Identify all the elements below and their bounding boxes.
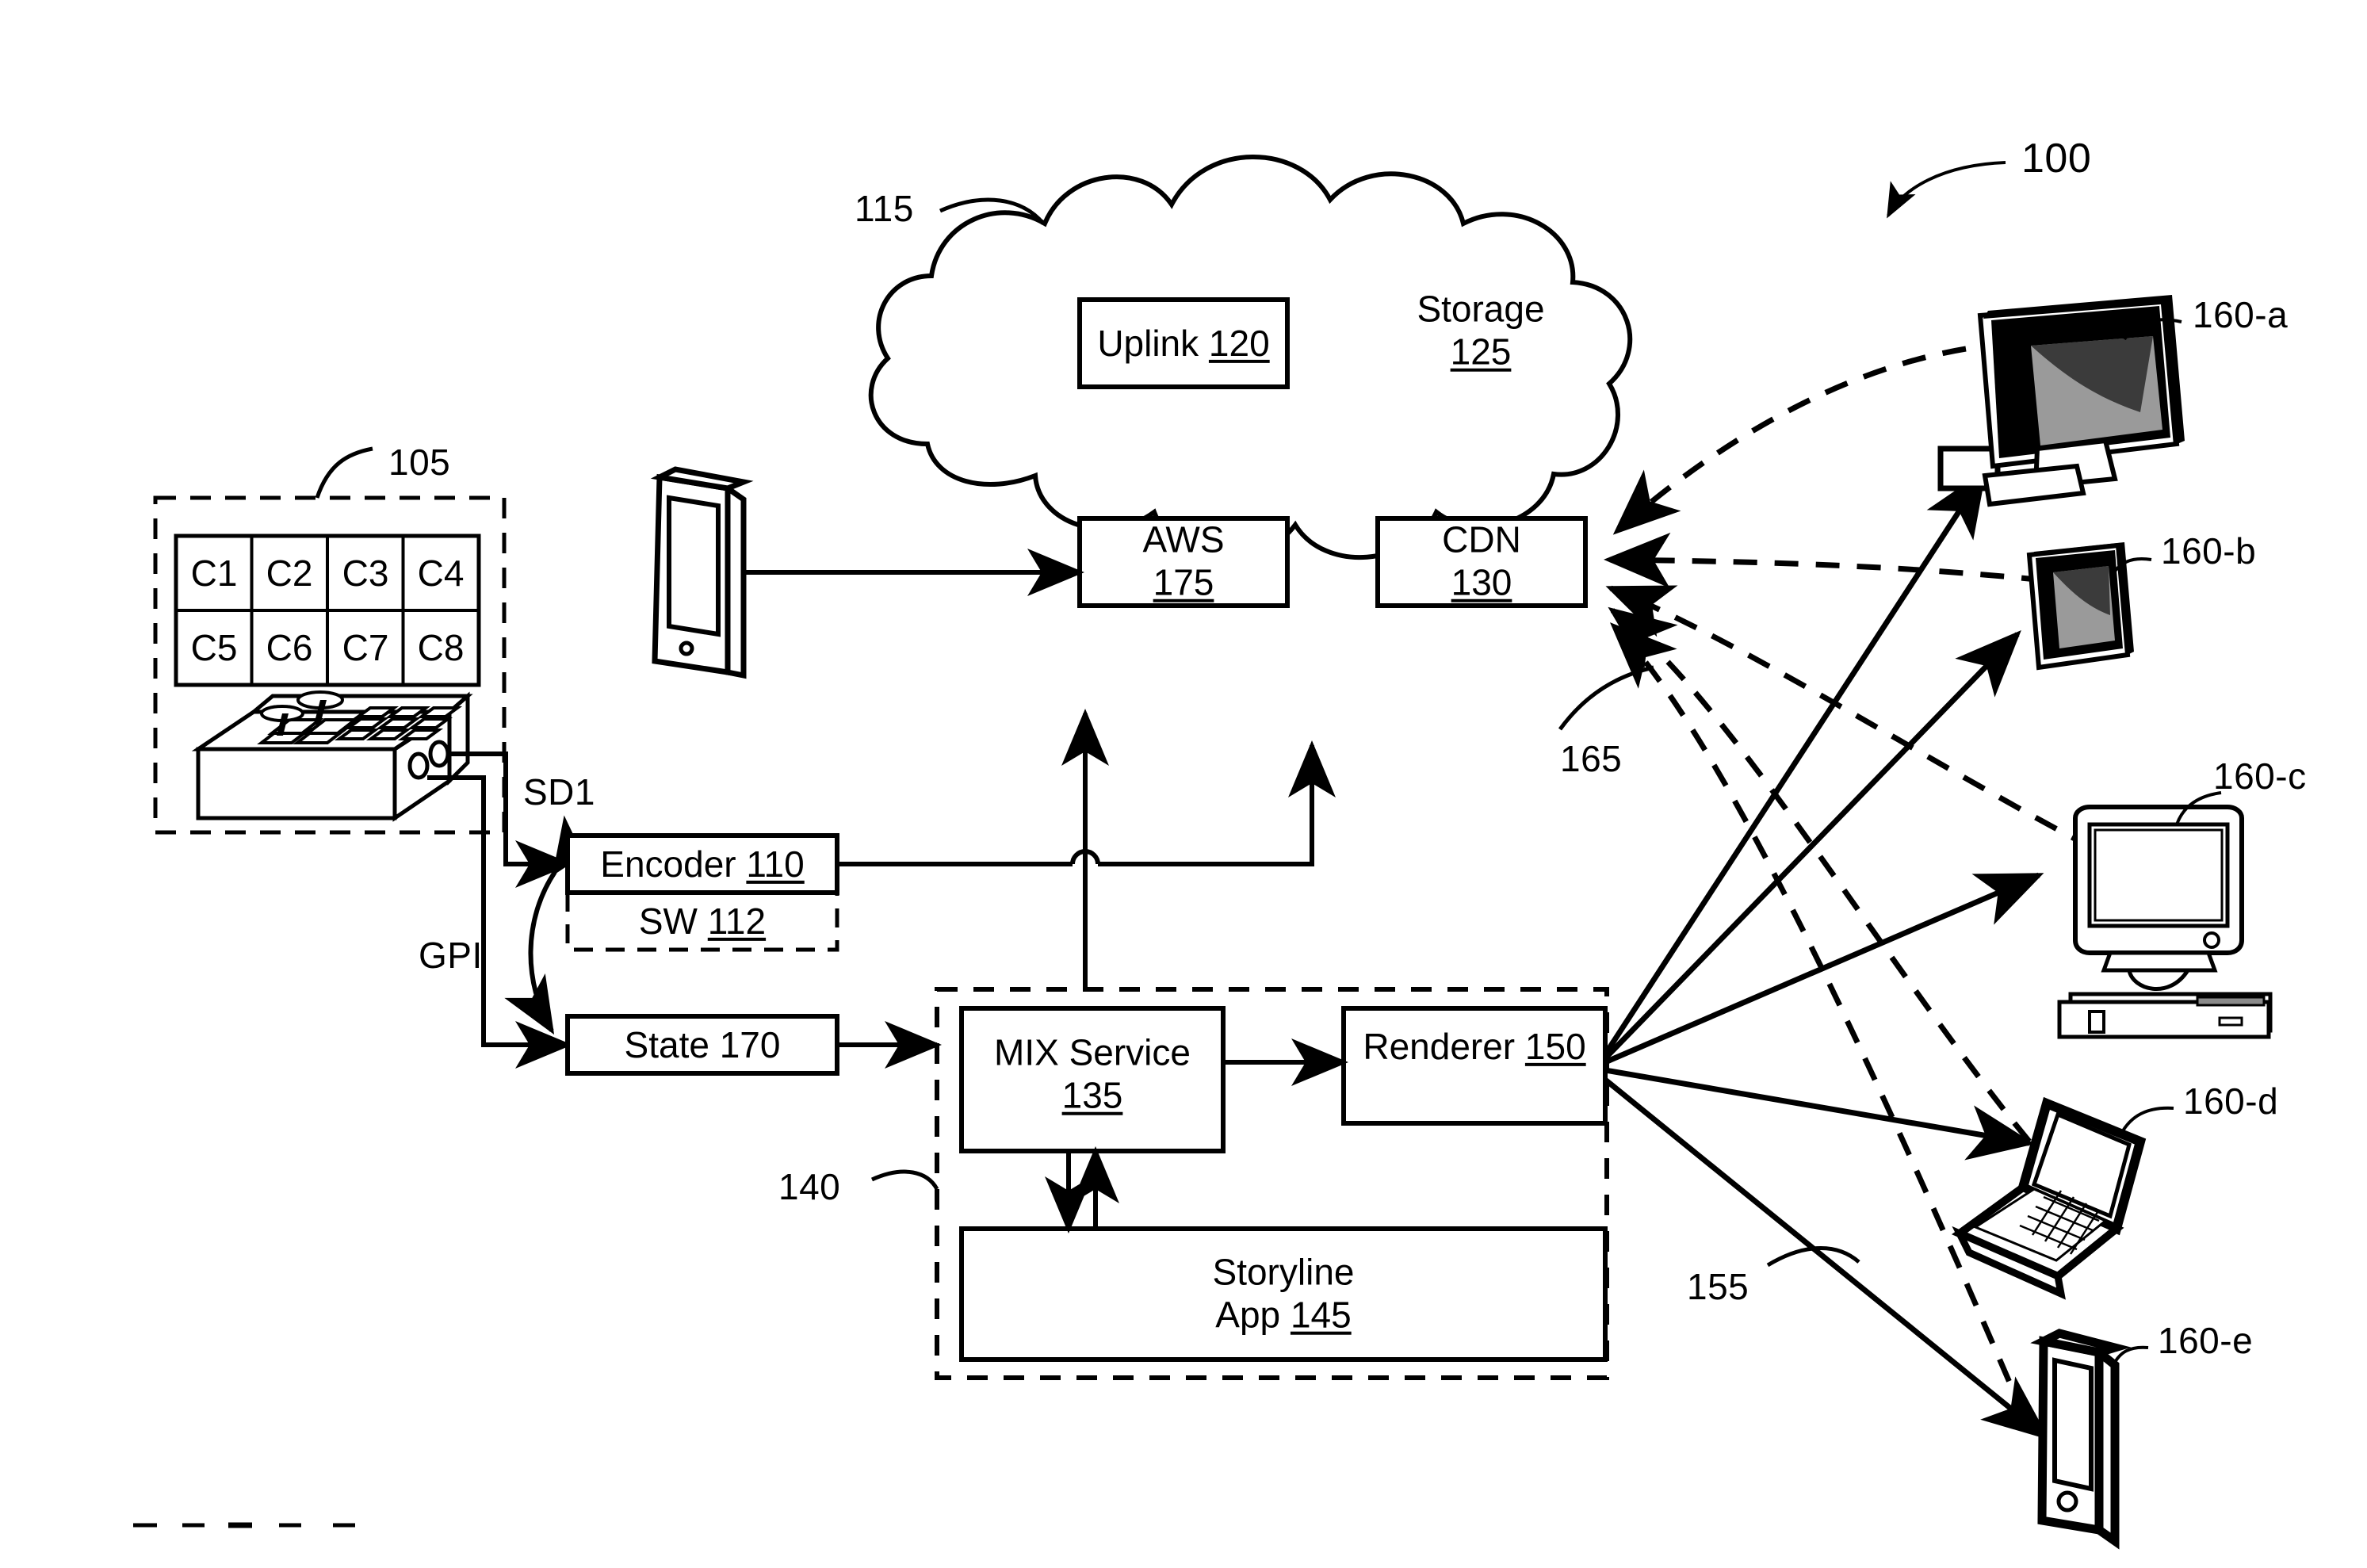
device-160-b-icon: [2026, 542, 2134, 671]
renderer-solid-delivery-paths: [1603, 469, 2050, 1440]
sw-label: SW 112: [568, 900, 837, 943]
encoder-label: Encoder 110: [568, 843, 837, 885]
gpi-label: GPI: [419, 935, 483, 976]
renderer-ref: 150: [1524, 1025, 1586, 1067]
mix-service-label: MIX Service 135: [962, 1031, 1223, 1118]
camera-cell-c6[interactable]: C6: [266, 626, 313, 669]
ref-105-label: 105: [388, 442, 451, 483]
encoder-ref: 110: [746, 843, 805, 885]
storage-ref: 125: [1450, 331, 1512, 373]
ref-160d-leader: [2120, 1106, 2174, 1134]
ref-140-label: 140: [778, 1166, 841, 1207]
uplink-label: Uplink 120: [1080, 322, 1287, 365]
device-160-a-icon: [1977, 295, 2185, 507]
camera-cell-c2[interactable]: C2: [266, 552, 313, 595]
ref-160e-label: 160-e: [2158, 1320, 2254, 1361]
camera-cell-c7[interactable]: C7: [342, 626, 389, 669]
tablet-device-icon: [650, 466, 754, 679]
storage-label: Storage 125: [1362, 288, 1600, 374]
ref-165-label: 165: [1560, 738, 1623, 779]
renderer-label: Renderer 150: [1344, 1025, 1605, 1068]
camera-cell-c5[interactable]: C5: [191, 626, 238, 669]
sw-ref: 112: [707, 900, 767, 942]
ref-160a-label: 160-a: [2193, 294, 2289, 335]
sd1-label: SD1: [523, 771, 595, 813]
ref-160c-label: 160-c: [2213, 755, 2307, 797]
ref-100-label: 100: [2021, 136, 2092, 182]
aws-label: AWS 175: [1080, 518, 1287, 605]
device-160-c-icon: [2057, 805, 2273, 1039]
sw-label-text: SW: [638, 900, 698, 942]
ref-140-leader: [870, 1169, 939, 1191]
mix-service-ref: 135: [1061, 1075, 1123, 1116]
ref-155-label: 155: [1687, 1266, 1749, 1307]
encoder-label-text: Encoder: [600, 843, 736, 885]
renderer-label-text: Renderer: [1363, 1025, 1516, 1067]
camera-cell-c8[interactable]: C8: [418, 626, 465, 669]
figure-canvas: C1 C2 C3 C4 C5 C6 C7 C8 105 SD1 GPI Enco…: [0, 0, 2367, 1568]
ref-160b-label: 160-b: [2161, 530, 2257, 572]
camera-cell-c4[interactable]: C4: [418, 552, 465, 595]
storyline-label-line2: App: [1215, 1295, 1281, 1336]
device-160-d-icon: [1951, 1096, 2147, 1300]
storyline-label-line1: Storyline: [1212, 1251, 1355, 1293]
switcher-console-icon: [191, 690, 473, 822]
ref-100-leader: [1887, 161, 2006, 219]
cdn-label: CDN 130: [1378, 518, 1585, 605]
ref-165-leader: [1558, 665, 1654, 731]
storage-label-text: Storage: [1417, 288, 1545, 330]
cdn-ref: 130: [1451, 562, 1512, 603]
state-label: State 170: [624, 1023, 781, 1065]
gpi-cable: [427, 775, 568, 1047]
device-160-e-icon: [2030, 1329, 2132, 1550]
storyline-label: Storyline App 145: [962, 1251, 1605, 1337]
camera-cell-c3[interactable]: C3: [342, 552, 389, 595]
camera-cell-c1[interactable]: C1: [191, 552, 238, 595]
ref-160d-label: 160-d: [2183, 1080, 2279, 1122]
storyline-ref: 145: [1290, 1295, 1352, 1336]
uplink-label-text: Uplink: [1097, 322, 1199, 364]
cdn-label-text: CDN: [1442, 518, 1521, 560]
aws-label-text: AWS: [1142, 518, 1225, 560]
mix-service-label-text: MIX Service: [994, 1031, 1191, 1073]
ref-105-leader: [315, 446, 373, 499]
encoder-state-link: [504, 815, 604, 1035]
aws-ref: 175: [1153, 562, 1214, 603]
uplink-ref: 120: [1208, 322, 1270, 364]
ref-115-label: 115: [855, 188, 914, 229]
